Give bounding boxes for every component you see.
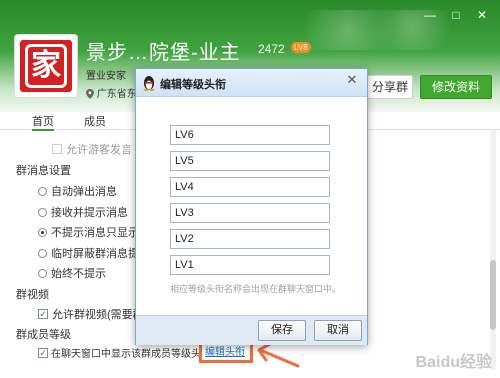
message-settings-title: 群消息设置 [16, 165, 71, 177]
option-label: 始终不提示 [51, 268, 106, 280]
dialog-title: 编辑等级头衔 [160, 79, 226, 91]
tab-home[interactable]: 首页 [32, 113, 54, 131]
location-pin-icon [86, 89, 94, 100]
msg-option-count-only[interactable]: 不提示消息只显示数 [38, 224, 150, 240]
group-video-title: 群视频 [16, 289, 49, 301]
group-level-badge: LV8 [291, 42, 311, 53]
msg-option-auto-popup[interactable]: 自动弹出消息 [38, 183, 117, 199]
allow-group-video-checkbox[interactable]: ✓ [38, 309, 48, 319]
dialog-hint: 相应等级头衔名称会出现在群聊天窗口中。 [170, 284, 342, 294]
group-name: 景步…院堡-业主 [86, 42, 241, 64]
minimize-button[interactable]: — [418, 6, 442, 24]
guest-speak-checkbox[interactable] [52, 144, 62, 154]
avatar-background: 家 [20, 40, 72, 92]
dialog-footer: 保存 取消 [136, 315, 367, 345]
member-level-title: 群成员等级 [16, 329, 71, 341]
radio-button[interactable] [38, 248, 47, 258]
dialog-body: 相应等级头衔名称会出现在群聊天窗口中。 [136, 97, 367, 315]
share-group-button[interactable]: 分享群 [365, 75, 413, 99]
radio-button[interactable] [38, 227, 47, 237]
msg-option-temp-block[interactable]: 临时屏蔽群消息提示 [38, 245, 150, 261]
avatar-logo: 家 [25, 44, 67, 88]
save-button[interactable]: 保存 [258, 320, 306, 341]
tab-members[interactable]: 成员 [84, 113, 106, 129]
watermark-logo: Baidu经验 [415, 354, 492, 371]
radio-button[interactable] [38, 207, 47, 217]
show-level-title-row[interactable]: ✓ 在聊天窗口中显示该群成员等级头 [38, 345, 201, 360]
dialog-titlebar: 编辑等级头衔 ✕ [136, 69, 367, 97]
group-category: 置业安家 [86, 71, 126, 82]
radio-button[interactable] [38, 186, 47, 196]
group-avatar[interactable]: 家 [14, 34, 78, 98]
show-level-title-checkbox[interactable]: ✓ [38, 347, 48, 358]
member-count: 2472 [258, 42, 285, 56]
show-level-title-label: 在聊天窗口中显示该群成员等级头 [51, 349, 201, 360]
radio-button[interactable] [38, 268, 47, 278]
window-controls: — □ ✕ [418, 6, 494, 24]
msg-option-never[interactable]: 始终不提示 [38, 265, 106, 281]
dialog-close-button[interactable]: ✕ [345, 72, 359, 88]
lv3-title-input[interactable] [170, 203, 330, 223]
lv4-title-input[interactable] [170, 177, 330, 197]
lv1-title-input[interactable] [170, 255, 330, 275]
qq-penguin-icon [143, 76, 155, 91]
option-label: 接收并提示消息 [51, 207, 128, 219]
maximize-button[interactable]: □ [444, 6, 468, 24]
cancel-button[interactable]: 取消 [314, 320, 362, 341]
lv2-title-input[interactable] [170, 229, 330, 249]
guest-speak-label: 允许游客发言 [66, 144, 132, 156]
settings-scrollbar[interactable] [490, 130, 496, 370]
scrollbar-thumb[interactable] [490, 260, 496, 330]
msg-option-receive-notify[interactable]: 接收并提示消息 [38, 204, 128, 220]
edit-title-link[interactable]: 编辑头衔 [205, 343, 245, 358]
lv6-title-input[interactable] [170, 125, 330, 145]
edit-level-title-dialog: 编辑等级头衔 ✕ 相应等级头衔名称会出现在群聊天窗口中。 保存 取消 [135, 68, 368, 345]
lv5-title-input[interactable] [170, 151, 330, 171]
close-button[interactable]: ✕ [470, 6, 494, 24]
option-label: 自动弹出消息 [51, 186, 117, 198]
guest-speak-row: 允许游客发言 [52, 141, 132, 157]
edit-profile-button[interactable]: 修改资料 [420, 75, 492, 99]
